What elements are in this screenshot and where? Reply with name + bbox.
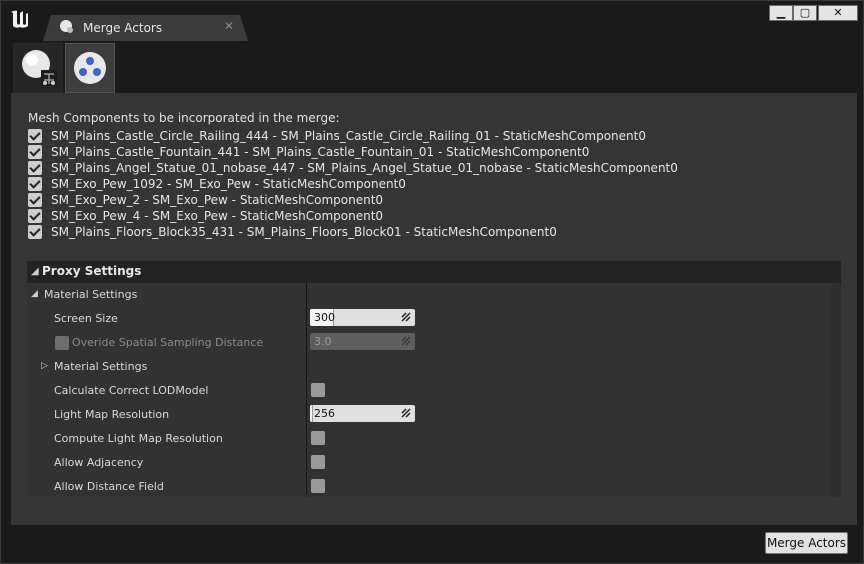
allow-distance-field-label: Allow Distance Field	[54, 480, 164, 493]
merge-mesh-icon	[22, 50, 57, 86]
mesh-component-label: SM_Exo_Pew_1092 - SM_Exo_Pew - StaticMes…	[51, 177, 406, 191]
title-bar: Merge Actors ✕ ▁ ▢ ✕	[1, 1, 863, 41]
light-map-res-input[interactable]: 256	[310, 405, 415, 422]
merge-mode-toolbar	[11, 41, 131, 93]
list-item: SM_Plains_Angel_Statue_01_nobase_447 - S…	[28, 160, 678, 176]
mesh-component-checkbox[interactable]	[28, 209, 42, 223]
mesh-component-checkbox[interactable]	[28, 177, 42, 191]
mesh-component-checkbox[interactable]	[28, 129, 42, 143]
compute-light-map-checkbox[interactable]	[311, 431, 325, 445]
list-item: SM_Exo_Pew_2 - SM_Exo_Pew - StaticMeshCo…	[28, 192, 678, 208]
material-settings-group[interactable]: ◢ Material Settings	[27, 283, 831, 307]
expand-triangle-icon: ▷	[41, 361, 48, 371]
screen-size-row: Screen Size 300	[27, 307, 831, 331]
mesh-component-checkbox[interactable]	[28, 193, 42, 207]
mesh-component-checkbox[interactable]	[28, 225, 42, 239]
drag-handle-icon	[401, 336, 411, 346]
collapse-triangle-icon: ◢	[31, 289, 38, 299]
proxy-settings-details: ◢ Material Settings Screen Size 300 Over…	[27, 283, 831, 497]
collapse-triangle-icon: ◢	[31, 266, 39, 277]
mesh-component-label: SM_Plains_Floors_Block35_431 - SM_Plains…	[51, 225, 557, 239]
proxy-mesh-icon	[74, 52, 106, 84]
merge-actors-tab[interactable]: Merge Actors ✕	[43, 15, 248, 41]
unreal-logo-icon	[11, 10, 28, 28]
drag-handle-icon	[401, 408, 411, 418]
material-settings-label: Material Settings	[44, 288, 138, 301]
proxy-mode-button[interactable]	[65, 43, 115, 93]
details-scrollbar[interactable]	[831, 283, 841, 497]
mesh-component-label: SM_Plains_Angel_Statue_01_nobase_447 - S…	[51, 161, 678, 175]
list-item: SM_Plains_Floors_Block35_431 - SM_Plains…	[28, 224, 678, 240]
override-spatial-value: 3.0	[314, 335, 332, 348]
merge-actors-window: Merge Actors ✕ ▁ ▢ ✕ Mesh Components to …	[0, 0, 864, 564]
mesh-component-list: SM_Plains_Castle_Circle_Railing_444 - SM…	[28, 128, 678, 240]
proxy-settings-header[interactable]: ◢ Proxy Settings	[27, 261, 841, 283]
mesh-component-label: SM_Plains_Castle_Fountain_441 - SM_Plain…	[51, 145, 590, 159]
merge-actors-button[interactable]: Merge Actors	[765, 532, 848, 554]
mesh-component-label: SM_Exo_Pew_4 - SM_Exo_Pew - StaticMeshCo…	[51, 209, 384, 223]
mesh-component-checkbox[interactable]	[28, 161, 42, 175]
override-spatial-row: Overide Spatial Sampling Distance 3.0	[27, 331, 831, 355]
sub-material-settings-label: Material Settings	[54, 360, 148, 373]
allow-distance-field-row: Allow Distance Field	[27, 475, 831, 499]
compute-light-map-label: Compute Light Map Resolution	[54, 432, 223, 445]
close-window-button[interactable]: ✕	[818, 5, 858, 21]
allow-adjacency-checkbox[interactable]	[311, 455, 325, 469]
calc-lod-label: Calculate Correct LODModel	[54, 384, 209, 397]
mesh-component-label: SM_Plains_Castle_Circle_Railing_444 - SM…	[51, 129, 646, 143]
merge-actors-tab-icon	[60, 20, 73, 33]
light-map-res-slider-fill	[310, 405, 313, 422]
merge-mode-button[interactable]	[13, 43, 63, 93]
mesh-component-label: SM_Exo_Pew_2 - SM_Exo_Pew - StaticMeshCo…	[51, 193, 384, 207]
list-item: SM_Plains_Castle_Circle_Railing_444 - SM…	[28, 128, 678, 144]
mesh-component-checkbox[interactable]	[28, 145, 42, 159]
light-map-res-label: Light Map Resolution	[54, 408, 170, 421]
list-item: SM_Exo_Pew_4 - SM_Exo_Pew - StaticMeshCo…	[28, 208, 678, 224]
screen-size-value: 300	[314, 311, 335, 324]
list-item: SM_Plains_Castle_Fountain_441 - SM_Plain…	[28, 144, 678, 160]
mesh-components-heading: Mesh Components to be incorporated in th…	[28, 111, 340, 125]
compute-light-map-row: Compute Light Map Resolution	[27, 427, 831, 451]
tab-close-icon[interactable]: ✕	[224, 19, 234, 33]
calc-lod-checkbox[interactable]	[311, 383, 325, 397]
light-map-res-row: Light Map Resolution 256	[27, 403, 831, 427]
proxy-settings-title: Proxy Settings	[42, 264, 142, 278]
allow-distance-field-checkbox[interactable]	[311, 479, 325, 493]
tab-title: Merge Actors	[83, 21, 163, 35]
screen-size-label: Screen Size	[54, 312, 118, 325]
override-spatial-input[interactable]: 3.0	[310, 333, 415, 350]
drag-handle-icon	[401, 312, 411, 322]
screen-size-input[interactable]: 300	[310, 309, 415, 326]
minimize-button[interactable]: ▁	[769, 5, 793, 21]
override-spatial-checkbox[interactable]	[55, 336, 69, 350]
allow-adjacency-label: Allow Adjacency	[54, 456, 144, 469]
override-spatial-label: Overide Spatial Sampling Distance	[72, 336, 264, 349]
sub-material-settings-group[interactable]: ▷ Material Settings	[27, 355, 831, 379]
allow-adjacency-row: Allow Adjacency	[27, 451, 831, 475]
calc-lod-row: Calculate Correct LODModel	[27, 379, 831, 403]
light-map-res-value: 256	[314, 407, 335, 420]
merge-panel: Mesh Components to be incorporated in th…	[11, 93, 857, 525]
maximize-button[interactable]: ▢	[793, 5, 817, 21]
list-item: SM_Exo_Pew_1092 - SM_Exo_Pew - StaticMes…	[28, 176, 678, 192]
